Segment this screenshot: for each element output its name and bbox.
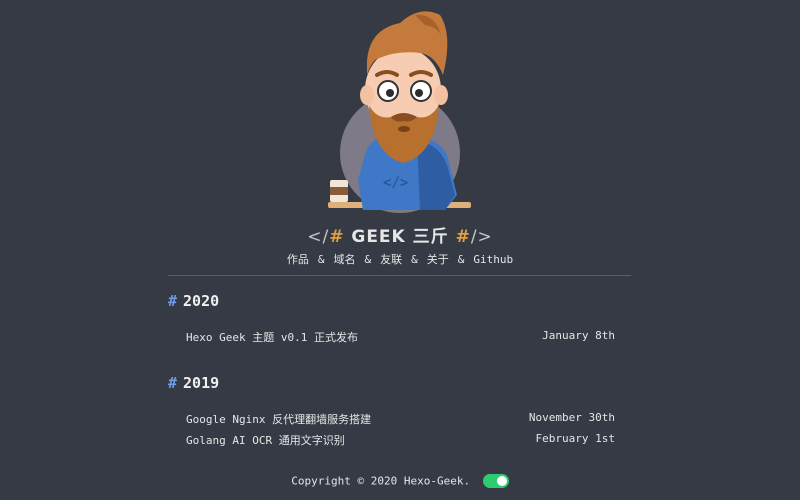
post-date: November 30th [528,411,615,424]
archive-year-2019: #2019 [168,374,219,392]
post-title[interactable]: Google Nginx 反代理翻墙服务搭建 [186,411,371,427]
list-item[interactable]: Hexo Geek 主题 v0.1 正式发布 January 8th [186,329,615,345]
title-hash-right: # [455,227,471,247]
title-hash-left: # [329,227,345,247]
site-footer: Copyright © 2020 Hexo-Geek. [0,474,800,488]
site-title-text: GEEK 三斤 [351,227,449,247]
site-title[interactable]: </# GEEK 三斤 #/> [0,222,800,247]
list-item[interactable]: Google Nginx 反代理翻墙服务搭建 November 30th [186,411,615,427]
code-close-tag: /> [470,227,493,247]
list-item[interactable]: Golang AI OCR 通用文字识别 February 1st [186,432,615,448]
post-date: January 8th [542,329,615,342]
main-nav: 作品 & 域名 & 友联 & 关于 & Github [0,251,800,267]
year-hash: # [168,374,178,392]
bearded-geek-avatar-icon: </> [328,11,471,213]
archive-year-2020: #2020 [168,292,219,310]
theme-toggle-switch[interactable] [482,474,509,488]
post-date: February 1st [535,432,615,445]
svg-text:</>: </> [383,175,408,191]
code-open-tag: </ [307,227,330,247]
nav-item-about[interactable]: 关于 [427,253,449,266]
nav-item-github[interactable]: Github [473,253,513,266]
nav-separator: & [411,253,418,266]
header-divider [168,275,631,276]
post-title[interactable]: Golang AI OCR 通用文字识别 [186,432,345,448]
copyright-text: Copyright © 2020 Hexo-Geek. [291,474,471,488]
year-hash: # [168,292,178,310]
nav-separator: & [457,253,465,266]
nav-item-works[interactable]: 作品 [287,253,309,266]
nav-separator: & [317,253,325,266]
nav-item-domains[interactable]: 域名 [334,253,356,266]
year-label: 2019 [183,374,220,392]
year-label: 2020 [183,292,220,310]
nav-item-friends[interactable]: 友联 [380,253,402,266]
nav-separator: & [364,253,372,266]
avatar: </> [325,5,475,220]
toggle-knob-icon [496,476,507,486]
post-title[interactable]: Hexo Geek 主题 v0.1 正式发布 [186,329,358,345]
